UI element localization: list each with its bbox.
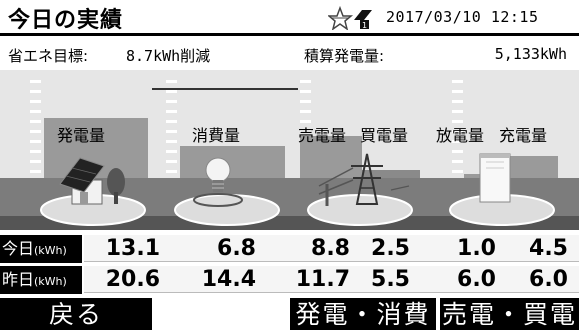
goal-value: 8.7kWh削減 [126,47,211,65]
yesterday-consumption-value: 14.4 [201,267,256,292]
generation-label: 発電量 [57,126,106,145]
today-generation-value: 13.1 [105,236,160,261]
back-button[interactable]: 戻る [0,298,152,330]
generated-total-value: 5,133kWh [494,45,567,63]
consumption-label: 消費量 [192,126,241,145]
gen-consume-button[interactable]: 発電・消費 [290,298,436,330]
power-tower-icon [307,153,413,226]
table-row-today: 今日(kWh) 13.1 6.8 8.8 2.5 1.0 4.5 [0,234,579,265]
energy-scene: 発電量 消費量 売電量 買電量 放電量 充電量 [0,70,579,230]
status-icons: 1 [328,6,372,30]
today-sold-value: 8.8 [311,236,350,261]
today-bought-value: 2.5 [371,236,410,261]
lightbulb-icon [174,157,280,226]
storage-battery-icon [449,153,555,226]
yesterday-sold-value: 11.7 [295,267,350,292]
table-row-yesterday: 昨日(kWh) 20.6 14.4 11.7 5.5 6.0 6.0 [0,265,579,296]
header-divider [0,33,579,36]
discharge-label: 放電量 [436,126,485,145]
today-consumption-value: 6.8 [217,236,256,261]
sell-buy-button[interactable]: 売電・買電 [440,298,579,330]
datetime: 2017/03/10 12:15 [386,8,539,26]
sold-label: 売電量 [298,126,347,145]
yesterday-charge-value: 6.0 [529,267,568,292]
today-row-header: 今日(kWh) [0,235,82,263]
footer-nav: 戻る 発電・消費 売電・買電 [0,298,579,330]
bought-label: 買電量 [360,126,409,145]
solar-star-icon [328,6,354,30]
results-table: 今日(kWh) 13.1 6.8 8.8 2.5 1.0 4.5 昨日(kWh)… [0,232,579,296]
goal-label: 省エネ目標: [8,47,89,65]
info-row: 省エネ目標: 8.7kWh削減 積算発電量: 5,133kWh [0,39,579,69]
today-discharge-value: 1.0 [457,236,496,261]
consumption-goal-line [152,88,298,90]
generated-total-label: 積算発電量: [304,47,385,65]
today-charge-value: 4.5 [529,236,568,261]
page-title: 今日の実績 [8,8,124,33]
charge-label: 充電量 [499,126,548,145]
yesterday-bought-value: 5.5 [371,267,410,292]
header: 今日の実績 1 2017/03/10 12:15 [0,0,579,36]
yesterday-generation-value: 20.6 [105,267,160,292]
house-solar-icon [40,157,146,226]
svg-text:1: 1 [362,21,367,30]
yesterday-row-header: 昨日(kWh) [0,266,82,294]
battery-status-icon: 1 [354,10,372,30]
yesterday-discharge-value: 6.0 [457,267,496,292]
